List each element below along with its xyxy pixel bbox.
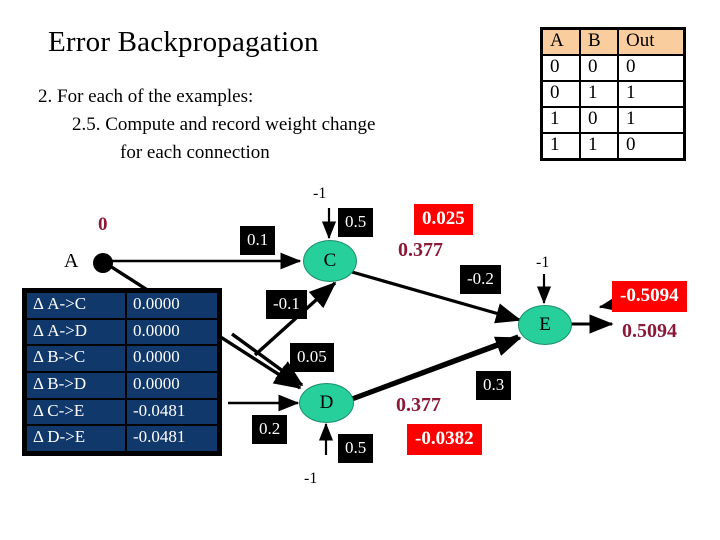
table-row: 1 1 0: [540, 131, 686, 161]
cell-a: 1: [540, 105, 581, 134]
node-e: E: [518, 305, 572, 345]
cell-b: 1: [579, 131, 619, 161]
table-row: 0 1 1: [540, 79, 686, 108]
delta-value: 0.0000: [127, 319, 217, 345]
activation-c: 0.377: [398, 239, 443, 261]
delta-label: Δ C->E: [27, 399, 125, 425]
delta-label: Δ A->D: [27, 319, 125, 345]
weight-chip-b-to-c: 0.5: [338, 208, 374, 237]
activation-e: 0.5094: [622, 320, 677, 342]
error-chip-c: 0.025: [414, 204, 473, 235]
table-row: 0 0 0: [540, 53, 686, 82]
node-c: C: [303, 240, 357, 282]
delta-label: Δ A->C: [27, 293, 125, 318]
table-row: Δ D->E -0.0481: [27, 426, 217, 452]
bias-label-e: -1: [536, 254, 550, 271]
delta-value: 0.0000: [127, 293, 217, 318]
cell-b: 0: [579, 53, 619, 82]
table-row: Δ A->C 0.0000: [27, 293, 217, 318]
truth-table-header-out: Out: [617, 27, 686, 56]
delta-value: 0.0000: [127, 373, 217, 398]
weight-chip-a-to-d: -0.1: [266, 290, 307, 319]
weight-chip-c-to-e: -0.2: [460, 265, 501, 294]
cell-out: 0: [617, 131, 686, 161]
bias-label-d: -1: [304, 470, 318, 487]
table-row: Δ C->E -0.0481: [27, 399, 217, 425]
page-title: Error Backpropagation: [48, 26, 319, 58]
weight-chip-d-to-e: 0.3: [476, 371, 512, 400]
weight-change-table: Δ A->C 0.0000 Δ A->D 0.0000 Δ B->C 0.000…: [22, 288, 222, 457]
truth-table-header-row: A B Out: [540, 27, 686, 56]
table-row: 1 0 1: [540, 105, 686, 134]
truth-table-header-b: B: [579, 27, 619, 56]
node-a: [93, 253, 113, 273]
delta-value: 0.0000: [127, 346, 217, 372]
cell-out: 1: [617, 79, 686, 108]
node-d: D: [299, 383, 354, 423]
weight-chip-b-to-d: 0.05: [290, 343, 334, 372]
input-value-a: 0: [98, 214, 108, 235]
cell-a: 1: [540, 131, 581, 161]
bullet-line-1: 2. For each of the examples:: [38, 86, 254, 107]
slide-canvas: Error Backpropagation 2. For each of the…: [0, 0, 720, 540]
weight-chip-a-to-c: 0.1: [240, 226, 276, 255]
delta-label: Δ B->D: [27, 373, 125, 398]
bias-label-c: -1: [313, 185, 327, 202]
delta-label: Δ B->C: [27, 346, 125, 372]
cell-b: 1: [579, 79, 619, 108]
weight-chip-d-bias: 0.5: [338, 434, 374, 463]
cell-out: 0: [617, 53, 686, 82]
bullet-line-2: 2.5. Compute and record weight change: [72, 114, 376, 135]
xor-truth-table: A B Out 0 0 0 0 1 1 1 0 1 1 1 0: [540, 27, 686, 161]
table-row: Δ A->D 0.0000: [27, 319, 217, 345]
delta-value: -0.0481: [127, 399, 217, 425]
delta-value: -0.0481: [127, 426, 217, 452]
cell-b: 0: [579, 105, 619, 134]
cell-a: 0: [540, 79, 581, 108]
activation-d: 0.377: [396, 394, 441, 416]
bullet-line-3: for each connection: [120, 142, 270, 163]
table-row: Δ B->C 0.0000: [27, 346, 217, 372]
cell-out: 1: [617, 105, 686, 134]
truth-table-header-a: A: [540, 27, 581, 56]
node-label-a: A: [64, 250, 79, 272]
table-row: Δ B->D 0.0000: [27, 373, 217, 398]
delta-label: Δ D->E: [27, 426, 125, 452]
error-chip-d: -0.0382: [407, 424, 482, 455]
cell-a: 0: [540, 53, 581, 82]
weight-chip-d-input-left: 0.2: [252, 415, 288, 444]
error-chip-e: -0.5094: [612, 281, 687, 312]
